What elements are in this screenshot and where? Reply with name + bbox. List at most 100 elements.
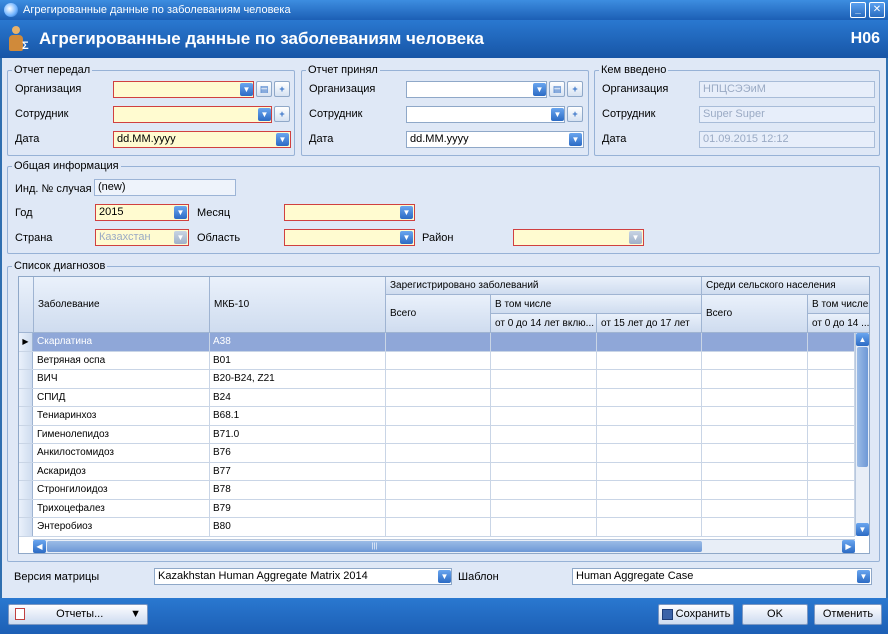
cell-value[interactable] (386, 407, 491, 425)
cell-disease[interactable]: Энтеробиоз (34, 518, 210, 536)
cell-value[interactable] (808, 481, 855, 499)
lookup-button[interactable]: ▤ (256, 81, 272, 97)
row-selector[interactable]: ▶ (19, 333, 33, 351)
chevron-down-icon[interactable]: ▼ (438, 570, 451, 583)
cell-value[interactable] (597, 333, 702, 351)
cell-icd[interactable]: B76 (210, 444, 386, 462)
region-field[interactable] (284, 229, 415, 246)
cell-icd[interactable]: B68.1 (210, 407, 386, 425)
row-selector[interactable] (19, 444, 33, 462)
cell-value[interactable] (386, 518, 491, 536)
col-age-15-17[interactable]: от 15 лет до 17 лет (597, 314, 702, 333)
minimize-button[interactable]: _ (850, 2, 866, 18)
cell-value[interactable] (808, 444, 855, 462)
col-age-0-14[interactable]: от 0 до 14 лет вклю... (491, 314, 597, 333)
cell-value[interactable] (597, 351, 702, 369)
col-rural-total[interactable]: Всего (702, 295, 808, 333)
grid-horizontal-scrollbar[interactable]: ◀ ||| ▶ (33, 539, 855, 553)
cell-disease[interactable]: Стронгилоидоз (34, 481, 210, 499)
chevron-down-icon[interactable]: ▼ (240, 83, 253, 96)
cell-icd[interactable]: B79 (210, 499, 386, 517)
table-row[interactable]: Аскаридоз B77 (19, 462, 855, 481)
cell-value[interactable] (808, 407, 855, 425)
cell-value[interactable] (597, 518, 702, 536)
matrix-version-select[interactable]: Kazakhstan Human Aggregate Matrix 2014 (154, 568, 452, 585)
cell-value[interactable] (702, 444, 808, 462)
cell-icd[interactable]: B20-B24, Z21 (210, 370, 386, 388)
cell-value[interactable] (386, 481, 491, 499)
col-icd[interactable]: МКБ-10 (210, 277, 386, 333)
table-row[interactable]: Трихоцефалез B79 (19, 499, 855, 518)
cell-icd[interactable]: B77 (210, 462, 386, 480)
lookup-button[interactable]: ▤ (549, 81, 565, 97)
cell-value[interactable] (702, 518, 808, 536)
cell-value[interactable] (491, 425, 597, 443)
add-emp-button[interactable]: + (567, 106, 583, 122)
cell-value[interactable] (491, 444, 597, 462)
scroll-down-icon[interactable]: ▼ (856, 523, 869, 536)
add-org-button[interactable]: + (567, 81, 583, 97)
row-selector[interactable] (19, 407, 33, 425)
add-org-button[interactable]: + (274, 81, 290, 97)
cell-value[interactable] (808, 333, 855, 351)
cell-value[interactable] (386, 499, 491, 517)
cell-value[interactable] (386, 351, 491, 369)
table-row[interactable]: Анкилостомидоз B76 (19, 444, 855, 463)
cell-disease[interactable]: ВИЧ (34, 370, 210, 388)
chevron-down-icon[interactable]: ▼ (400, 206, 413, 219)
reports-button[interactable]: Отчеты... ▼ (8, 604, 148, 625)
close-button[interactable]: ✕ (869, 2, 885, 18)
cell-value[interactable] (491, 462, 597, 480)
cell-disease[interactable]: Гименолепидоз (34, 425, 210, 443)
ok-button[interactable]: OK (742, 604, 808, 625)
table-row[interactable]: Гименолепидоз B71.0 (19, 425, 855, 444)
cell-value[interactable] (491, 351, 597, 369)
table-row[interactable]: ▶ Скарлатина A38 (19, 333, 855, 352)
cell-value[interactable] (597, 388, 702, 406)
cell-disease[interactable]: Тениаринхоз (34, 407, 210, 425)
template-select[interactable]: Human Aggregate Case (572, 568, 872, 585)
save-button[interactable]: Сохранить (658, 604, 734, 625)
col-rural-age-0-14[interactable]: от 0 до 14 ... (808, 314, 869, 333)
cell-value[interactable] (702, 407, 808, 425)
row-selector[interactable] (19, 462, 33, 480)
cell-value[interactable] (702, 425, 808, 443)
cell-disease[interactable]: Анкилостомидоз (34, 444, 210, 462)
sent-date-field[interactable]: dd.MM.yyyy (113, 131, 291, 148)
cell-value[interactable] (702, 462, 808, 480)
cell-disease[interactable]: Скарлатина (34, 333, 210, 351)
cell-value[interactable] (597, 462, 702, 480)
calendar-dropdown-icon[interactable]: ▼ (569, 133, 582, 146)
chevron-down-icon[interactable]: ▼ (857, 570, 870, 583)
cell-value[interactable] (597, 425, 702, 443)
scroll-right-icon[interactable]: ▶ (842, 540, 855, 553)
cell-value[interactable] (597, 407, 702, 425)
cell-value[interactable] (491, 407, 597, 425)
cell-value[interactable] (491, 518, 597, 536)
add-emp-button[interactable]: + (274, 106, 290, 122)
cell-value[interactable] (808, 518, 855, 536)
cell-value[interactable] (702, 481, 808, 499)
cancel-button[interactable]: Отменить (814, 604, 882, 625)
sent-emp-field[interactable] (113, 106, 272, 123)
row-selector[interactable] (19, 388, 33, 406)
cell-value[interactable] (808, 388, 855, 406)
district-field[interactable] (513, 229, 644, 246)
cell-value[interactable] (491, 388, 597, 406)
cell-value[interactable] (702, 388, 808, 406)
cell-disease[interactable]: Аскаридоз (34, 462, 210, 480)
table-row[interactable]: Энтеробиоз B80 (19, 518, 855, 537)
cell-icd[interactable]: B71.0 (210, 425, 386, 443)
scroll-up-icon[interactable]: ▲ (856, 333, 869, 346)
cell-icd[interactable]: B24 (210, 388, 386, 406)
grid-vertical-scrollbar[interactable]: ▲ ▼ (855, 333, 869, 536)
cell-value[interactable] (491, 370, 597, 388)
scroll-left-icon[interactable]: ◀ (33, 540, 46, 553)
cell-value[interactable] (808, 425, 855, 443)
cell-value[interactable] (597, 481, 702, 499)
cell-value[interactable] (808, 462, 855, 480)
cell-value[interactable] (491, 333, 597, 351)
scroll-thumb[interactable] (857, 347, 868, 467)
cell-value[interactable] (808, 370, 855, 388)
cell-value[interactable] (386, 425, 491, 443)
